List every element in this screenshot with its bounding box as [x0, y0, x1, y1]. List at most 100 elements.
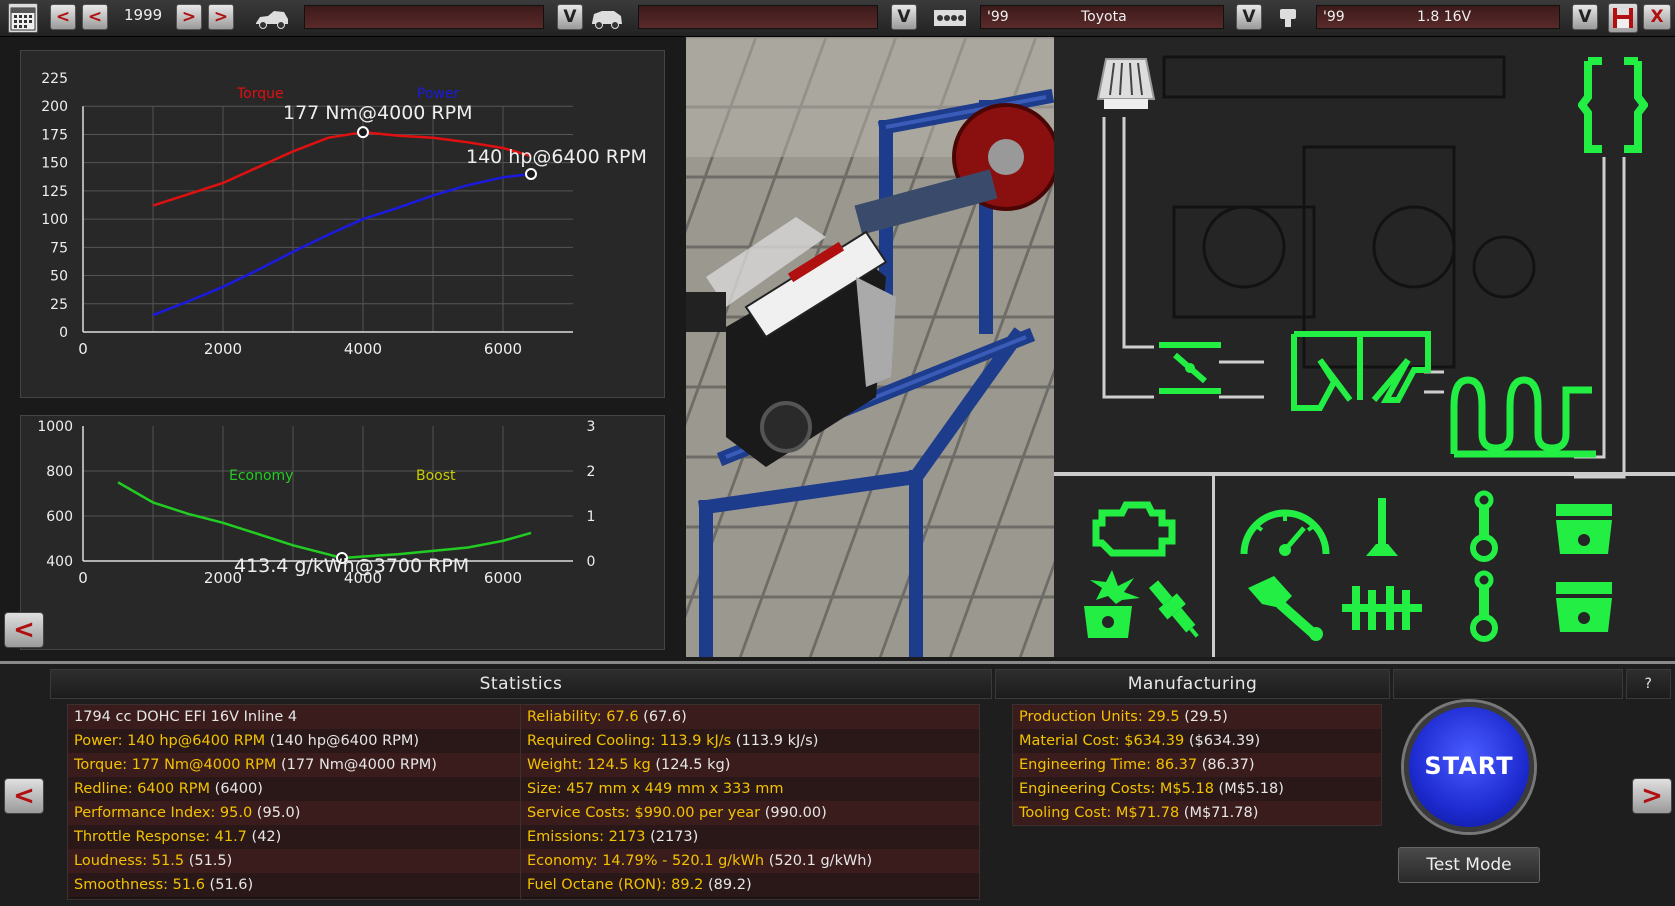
stat-row: Reliability: 67.6 (67.6) [521, 705, 979, 729]
save-icon[interactable] [1608, 3, 1638, 33]
power-peak-marker[interactable] [525, 167, 537, 180]
stat-row: Redline: 6400 RPM (6400) [68, 777, 521, 801]
year-forward-button[interactable]: > [176, 4, 202, 30]
y-tick-label: 400 [46, 554, 73, 570]
year-back-button[interactable]: < [82, 4, 108, 30]
y2-tick-label: 3 [587, 419, 596, 435]
y2-tick-label: 1 [587, 509, 596, 525]
stat-value: Redline: 6400 RPM [74, 781, 211, 797]
ignition-icon[interactable] [1072, 566, 1148, 646]
stat-previous-value: (113.9 kJ/s) [731, 733, 819, 749]
connecting-rod-2-icon[interactable] [1466, 570, 1502, 646]
exhaust-icon[interactable] [1577, 55, 1649, 159]
torque-peak-marker[interactable] [357, 126, 369, 139]
car-trim-dropdown-button[interactable]: V [891, 4, 917, 30]
stat-row: Size: 457 mm x 449 mm x 333 mm [521, 777, 979, 801]
x-tick-label: 6000 [484, 340, 522, 358]
stat-previous-value: (520.1 g/kWh) [764, 853, 873, 869]
stat-value: Material Cost: $634.39 [1019, 733, 1185, 749]
engine-block-icon[interactable] [1092, 497, 1178, 563]
economy-curve [117, 481, 532, 560]
y-tick-label: 800 [46, 464, 73, 480]
stat-value: Power: 140 hp@6400 RPM [74, 733, 266, 749]
stat-previous-value: (6400) [210, 781, 263, 797]
valve-icon[interactable] [1362, 494, 1402, 566]
tuning-wrench-icon[interactable] [1240, 568, 1326, 646]
engine-3d-viewport[interactable] [686, 37, 1054, 657]
stat-row: Weight: 124.5 kg (124.5 kg) [521, 753, 979, 777]
stat-previous-value: (M$71.78) [1179, 805, 1259, 821]
chart-back-button[interactable]: < [4, 612, 44, 648]
start-button[interactable]: START [1404, 702, 1534, 832]
stat-previous-value: (51.6) [204, 877, 254, 893]
stat-row: Engineering Costs: M$5.18 (M$5.18) [1013, 777, 1381, 801]
close-button[interactable]: X [1643, 4, 1671, 30]
power-torque-chart: 2252001751501251007550250 0 2000 4000 6000 … [41, 71, 647, 358]
piston-icon [1276, 6, 1300, 34]
piston-2-icon[interactable] [1550, 578, 1618, 640]
stat-previous-value: (95.0) [252, 805, 301, 821]
stat-row: Economy: 14.79% - 520.1 g/kWh (520.1 g/k… [521, 849, 979, 873]
stat-value: 1794 cc DOHC EFI 16V Inline 4 [74, 709, 298, 725]
stat-previous-value: (140 hp@6400 RPM) [265, 733, 420, 749]
stat-value: Tooling Cost: M$71.78 [1019, 805, 1180, 821]
stat-previous-value: (29.5) [1179, 709, 1228, 725]
intake-manifold-icon[interactable] [1290, 330, 1432, 418]
test-mode-button[interactable]: Test Mode [1398, 847, 1540, 883]
car-model-icon [254, 8, 290, 34]
stat-value: Economy: 14.79% - 520.1 g/kWh [527, 853, 765, 869]
stat-value: Weight: 124.5 kg [527, 757, 651, 773]
stat-row: Torque: 177 Nm@4000 RPM (177 Nm@4000 RPM… [68, 753, 521, 777]
car-model-dropdown-button[interactable]: V [557, 4, 583, 30]
stat-previous-value: (89.2) [703, 877, 752, 893]
piston-icon[interactable] [1550, 500, 1618, 562]
stat-previous-value: (86.37) [1197, 757, 1255, 773]
y-tick-label: 0 [59, 325, 68, 341]
economy-chart-panel: 1000 800 600 400 3210 0 2000 4000 6000 Economy… [20, 415, 665, 650]
engine-variant-name: 1.8 16V [1417, 9, 1472, 25]
car-model-field[interactable] [304, 5, 544, 29]
stat-previous-value: ($634.39) [1184, 733, 1261, 749]
x-tick-label: 0 [78, 340, 88, 358]
x-tick-label: 6000 [484, 569, 522, 587]
power-curve [152, 172, 532, 317]
engine-variant-dropdown-button[interactable]: V [1572, 4, 1598, 30]
spark-plug-icon[interactable] [1146, 576, 1206, 650]
torque-curve [152, 130, 532, 207]
year-back-10-button[interactable]: < [50, 4, 76, 30]
exhaust-manifold-icon[interactable] [1448, 370, 1596, 464]
x-tick-label: 4000 [344, 340, 382, 358]
stat-value: Engineering Costs: M$5.18 [1019, 781, 1214, 797]
torque-legend: Torque [236, 86, 284, 102]
stat-value: Service Costs: $990.00 per year [527, 805, 761, 821]
economy-min-label: 413.4 g/kWh@3700 RPM [234, 555, 469, 577]
x-tick-label: 0 [78, 569, 88, 587]
statistics-left-list: 1794 cc DOHC EFI 16V Inline 4 Power: 140 … [67, 704, 522, 900]
y-tick-label: 1000 [37, 419, 73, 435]
y-tick-label: 225 [41, 71, 68, 87]
calendar-icon[interactable] [8, 3, 38, 33]
previous-page-button[interactable]: < [4, 778, 44, 814]
engine-family-dropdown-button[interactable]: V [1236, 4, 1262, 30]
air-filter-icon[interactable] [1094, 55, 1158, 121]
help-button[interactable]: ? [1626, 669, 1671, 699]
gauge-icon[interactable] [1236, 494, 1334, 564]
stat-row: Required Cooling: 113.9 kJ/s (113.9 kJ/s… [521, 729, 979, 753]
crankshaft-icon[interactable] [1342, 580, 1422, 640]
next-page-button[interactable]: > [1632, 778, 1672, 814]
stat-previous-value: (42) [246, 829, 282, 845]
stat-row: Emissions: 2173 (2173) [521, 825, 979, 849]
engine-family-field[interactable]: '99 Toyota [980, 5, 1224, 29]
year-forward-10-button[interactable]: > [208, 4, 234, 30]
stat-previous-value: (2173) [645, 829, 699, 845]
stat-value: Reliability: 67.6 [527, 709, 639, 725]
power-legend: Power [417, 86, 460, 102]
y-tick-label: 25 [50, 297, 68, 313]
throttle-body-icon[interactable] [1155, 335, 1225, 405]
connecting-rod-icon[interactable] [1466, 490, 1502, 566]
stat-value: Fuel Octane (RON): 89.2 [527, 877, 704, 893]
y-tick-label: 600 [46, 509, 73, 525]
engine-variant-field[interactable]: '99 1.8 16V [1316, 5, 1560, 29]
stat-previous-value: (51.5) [184, 853, 233, 869]
car-trim-field[interactable] [638, 5, 878, 29]
